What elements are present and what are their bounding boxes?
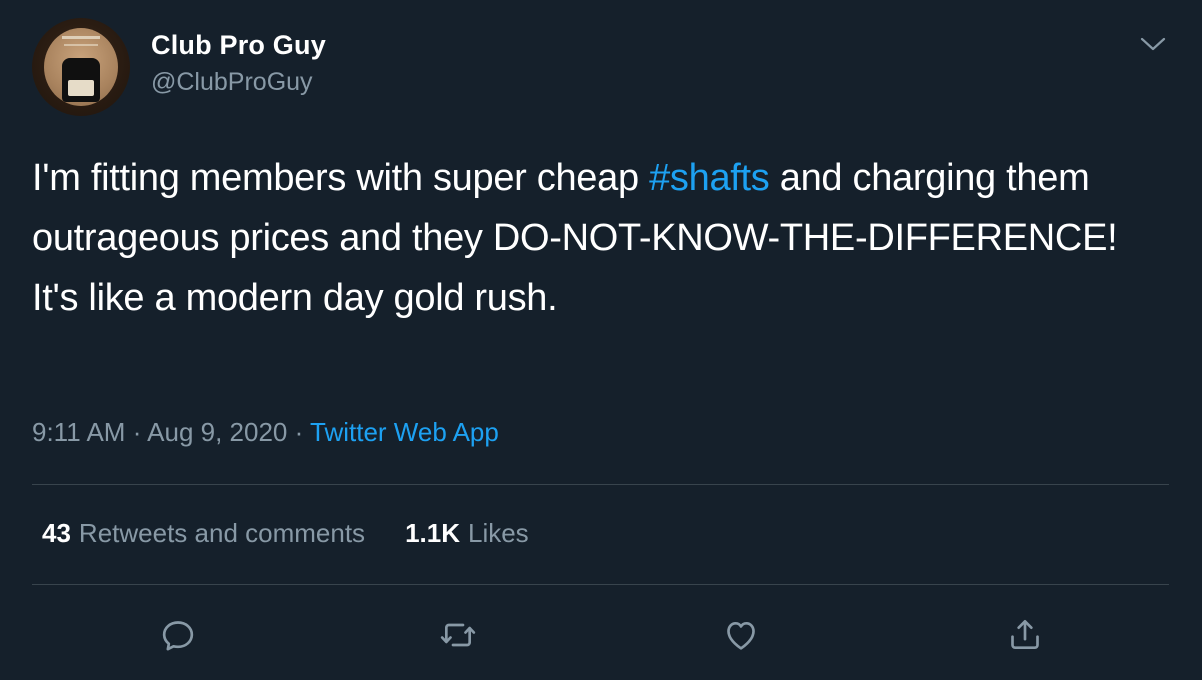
tweet-date[interactable]: Aug 9, 2020: [147, 417, 287, 447]
tweet-meta: 9:11 AM · Aug 9, 2020 · Twitter Web App: [32, 417, 499, 448]
likes-count: 1.1K: [405, 518, 460, 548]
hashtag-link[interactable]: #shafts: [649, 157, 770, 199]
retweets-count: 43: [42, 518, 71, 548]
retweet-button[interactable]: [437, 614, 479, 656]
share-icon: [1011, 619, 1039, 649]
avatar-plaque: [68, 80, 94, 96]
tweet-source-link[interactable]: Twitter Web App: [310, 417, 499, 447]
reply-icon: [162, 621, 194, 651]
likes-stat[interactable]: 1.1K Likes: [405, 518, 529, 549]
tweet-text-part: I'm fitting members with super cheap: [32, 157, 650, 199]
avatar-detail: [62, 36, 100, 39]
tweet-card: Club Pro Guy @ClubProGuy I'm fitting mem…: [0, 0, 1202, 680]
tweet-time[interactable]: 9:11 AM: [32, 417, 125, 447]
author-display-name[interactable]: Club Pro Guy: [151, 30, 326, 61]
likes-label: Likes: [467, 518, 529, 548]
retweets-label: Retweets and comments: [78, 518, 366, 548]
avatar[interactable]: [32, 18, 130, 116]
reply-button[interactable]: [157, 614, 199, 656]
like-button[interactable]: [720, 614, 762, 656]
retweets-stat[interactable]: 43 Retweets and comments: [42, 518, 365, 549]
meta-separator: ·: [287, 417, 311, 447]
tweet-text: I'm fitting members with super cheap #sh…: [32, 148, 1152, 328]
like-icon: [727, 622, 755, 650]
divider: [32, 484, 1169, 485]
retweet-icon: [440, 623, 476, 647]
share-button[interactable]: [1004, 614, 1046, 656]
meta-separator: ·: [125, 417, 148, 447]
avatar-detail: [64, 44, 98, 46]
tweet-stats: 43 Retweets and comments 1.1K Likes: [42, 518, 529, 549]
chevron-down-icon: [1140, 37, 1166, 51]
author-handle[interactable]: @ClubProGuy: [151, 68, 313, 97]
more-options-button[interactable]: [1136, 32, 1170, 56]
divider: [32, 584, 1169, 585]
